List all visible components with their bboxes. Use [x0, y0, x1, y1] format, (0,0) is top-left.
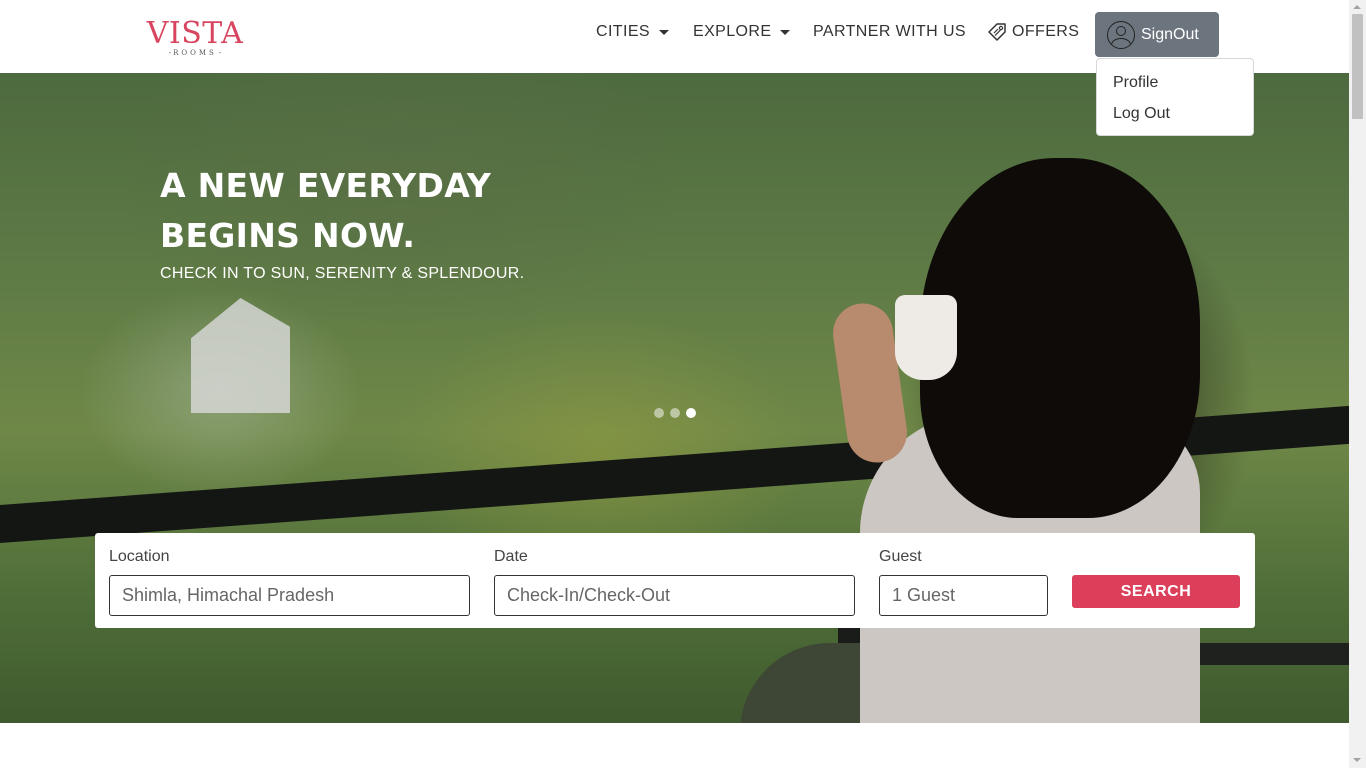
nav-explore-dropdown[interactable]: EXPLORE	[693, 20, 791, 44]
search-panel: Location Shimla, Himachal Pradesh Date C…	[95, 533, 1255, 628]
location-input[interactable]: Shimla, Himachal Pradesh	[109, 575, 470, 616]
search-button[interactable]: SEARCH	[1072, 575, 1240, 608]
logo-main-text: VISTA	[146, 16, 244, 51]
menu-item-logout[interactable]: Log Out	[1097, 103, 1253, 134]
vista-rooms-logo[interactable]: VISTA ROOMS	[143, 17, 247, 63]
nav-partner-link[interactable]: PARTNER WITH US	[813, 20, 966, 44]
hero-title-line1: A NEW EVERYDAY	[160, 166, 492, 205]
date-input[interactable]: Check-In/Check-Out	[494, 575, 855, 616]
nav-offers-label: OFFERS	[1012, 23, 1080, 40]
user-icon	[1107, 20, 1135, 49]
hero-title: A NEW EVERYDAY BEGINS NOW.	[160, 161, 491, 261]
menu-item-profile[interactable]: Profile	[1097, 72, 1253, 103]
nav-cities-label: CITIES	[596, 23, 650, 40]
nav-explore-label: EXPLORE	[693, 23, 772, 40]
scroll-up-arrow-icon[interactable]	[1353, 5, 1361, 9]
signout-button[interactable]: SignOut	[1095, 12, 1219, 57]
carousel-dot-2[interactable]	[670, 408, 680, 418]
caret-down-icon	[658, 29, 669, 35]
carousel-indicators	[654, 408, 696, 418]
carousel-dot-3[interactable]	[686, 408, 696, 418]
hero-coffee-cup	[895, 295, 957, 380]
scrollbar-thumb[interactable]	[1352, 14, 1363, 119]
account-dropdown-menu: Profile Log Out	[1096, 58, 1254, 136]
signout-label: SignOut	[1141, 25, 1199, 43]
hero-background-house	[191, 298, 290, 413]
caret-down-icon	[780, 29, 791, 35]
hero-subtitle: CHECK IN TO SUN, SERENITY & SPLENDOUR.	[160, 265, 525, 282]
nav-cities-dropdown[interactable]: CITIES	[596, 20, 669, 44]
guest-input[interactable]: 1 Guest	[879, 575, 1048, 616]
hero-person-hair	[920, 158, 1200, 518]
scroll-down-arrow-icon[interactable]	[1353, 758, 1361, 762]
nav-offers-link[interactable]: OFFERS	[987, 20, 1079, 44]
date-label: Date	[494, 548, 528, 565]
carousel-dot-1[interactable]	[654, 408, 664, 418]
hero-title-line2: BEGINS NOW.	[160, 216, 416, 255]
guest-label: Guest	[879, 548, 922, 565]
location-label: Location	[109, 548, 170, 565]
nav-partner-label: PARTNER WITH US	[813, 23, 966, 40]
offer-tag-icon	[988, 23, 1006, 41]
